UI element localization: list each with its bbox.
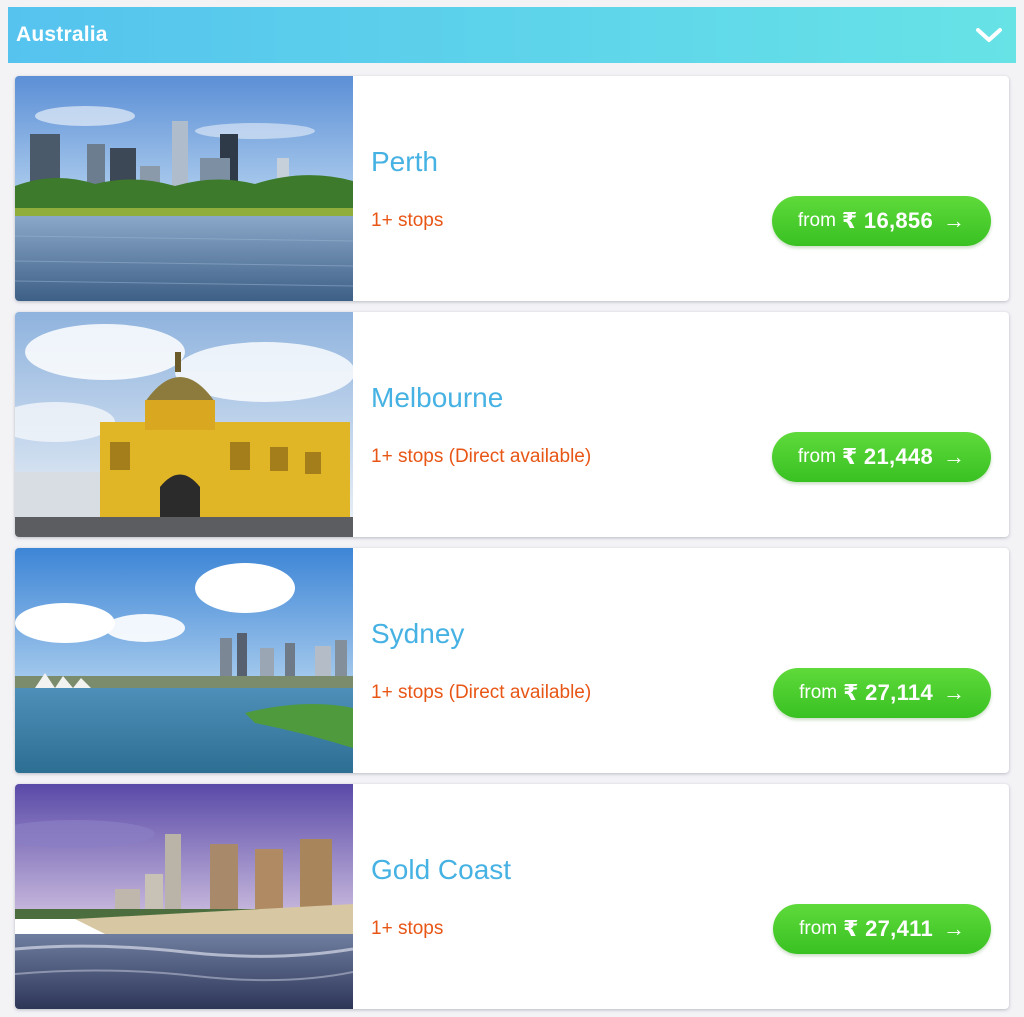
price-button[interactable]: from ₹ 27,114 → <box>773 668 991 718</box>
destination-card-melbourne[interactable]: Melbourne 1+ stops (Direct available) fr… <box>15 312 1009 537</box>
price-amount: ₹ 27,411 <box>843 916 933 941</box>
region-title: Australia <box>16 23 108 46</box>
stops-info: 1+ stops (Direct available) <box>371 682 592 703</box>
perth-skyline-image <box>15 76 353 301</box>
stops-info: 1+ stops (Direct available) <box>371 446 592 467</box>
sydney-harbour-image <box>15 548 353 773</box>
destination-card-sydney[interactable]: Sydney 1+ stops (Direct available) from … <box>15 548 1009 773</box>
arrow-right-icon: → <box>943 680 965 705</box>
region-header[interactable]: Australia <box>8 7 1016 63</box>
stops-info: 1+ stops <box>371 210 444 231</box>
from-label: from <box>797 446 836 467</box>
from-label: from <box>799 682 838 703</box>
destination-card-gold-coast[interactable]: Gold Coast 1+ stops from ₹ 27,411 → <box>15 784 1009 1009</box>
city-name[interactable]: Perth <box>371 146 438 178</box>
arrow-right-icon: → <box>943 208 965 233</box>
destination-card-perth[interactable]: Perth 1+ stops from ₹ 16,856 → <box>15 76 1009 301</box>
stops-info: 1+ stops <box>371 918 444 939</box>
price-button[interactable]: from ₹ 21,448 → <box>771 432 991 482</box>
city-name[interactable]: Melbourne <box>371 382 503 414</box>
gold-coast-beach-image <box>15 784 353 1009</box>
price-button[interactable]: from ₹ 16,856 → <box>771 196 991 246</box>
melbourne-station-image <box>15 312 353 537</box>
price-amount: ₹ 16,856 <box>841 208 933 233</box>
city-name[interactable]: Gold Coast <box>371 854 511 886</box>
chevron-down-icon[interactable] <box>974 20 1004 50</box>
price-button[interactable]: from ₹ 27,411 → <box>773 904 991 954</box>
from-label: from <box>799 918 838 939</box>
price-amount: ₹ 21,448 <box>841 444 933 469</box>
city-name[interactable]: Sydney <box>371 618 464 650</box>
arrow-right-icon: → <box>943 444 965 469</box>
from-label: from <box>797 210 836 231</box>
price-amount: ₹ 27,114 <box>843 680 933 705</box>
arrow-right-icon: → <box>943 916 965 941</box>
